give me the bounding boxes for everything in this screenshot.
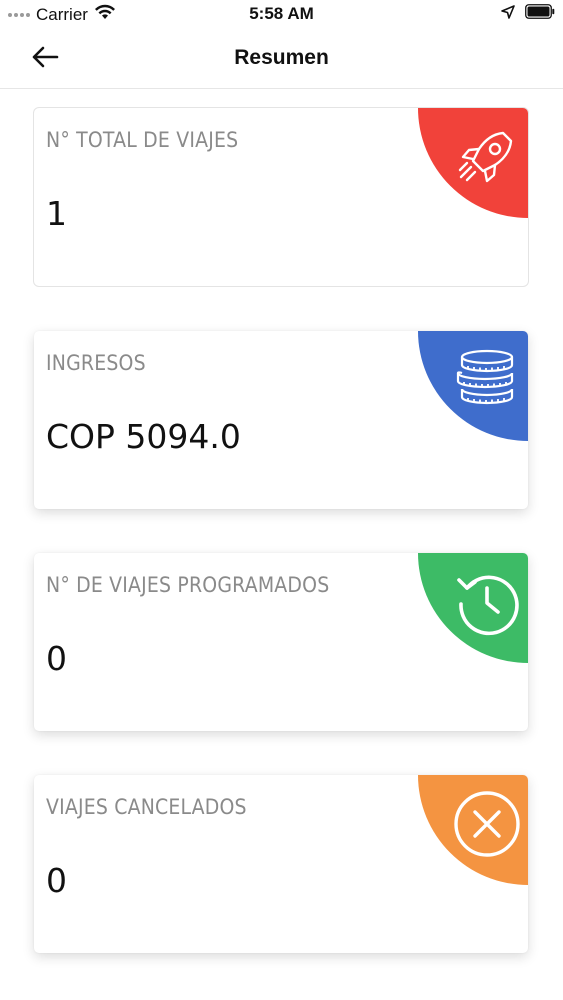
card-value: COP 5094.0 <box>46 417 241 456</box>
location-arrow-icon <box>501 4 515 24</box>
card-value: 0 <box>46 639 67 678</box>
page-title: Resumen <box>234 46 329 69</box>
total-trips-card[interactable]: N° TOTAL DE VIAJES 1 <box>34 108 528 286</box>
income-card[interactable]: INGRESOS COP 5094.0 <box>34 331 528 509</box>
status-right <box>501 4 555 24</box>
coins-icon <box>452 345 522 415</box>
rocket-icon <box>452 122 522 192</box>
card-label: N° DE VIAJES PROGRAMADOS <box>46 573 330 597</box>
card-label: INGRESOS <box>46 351 146 375</box>
card-label: N° TOTAL DE VIAJES <box>46 128 239 152</box>
battery-icon <box>525 4 555 24</box>
cancel-circle-icon <box>452 789 522 859</box>
status-bar: Carrier 5:58 AM <box>0 0 563 30</box>
status-time: 5:58 AM <box>249 4 314 23</box>
card-value: 0 <box>46 861 67 900</box>
nav-bar: Resumen <box>0 30 563 89</box>
scheduled-trips-card[interactable]: N° DE VIAJES PROGRAMADOS 0 <box>34 553 528 731</box>
history-clock-icon <box>452 567 522 637</box>
card-label: VIAJES CANCELADOS <box>46 795 247 819</box>
card-value: 1 <box>46 194 67 233</box>
cancelled-trips-card[interactable]: VIAJES CANCELADOS 0 <box>34 775 528 953</box>
